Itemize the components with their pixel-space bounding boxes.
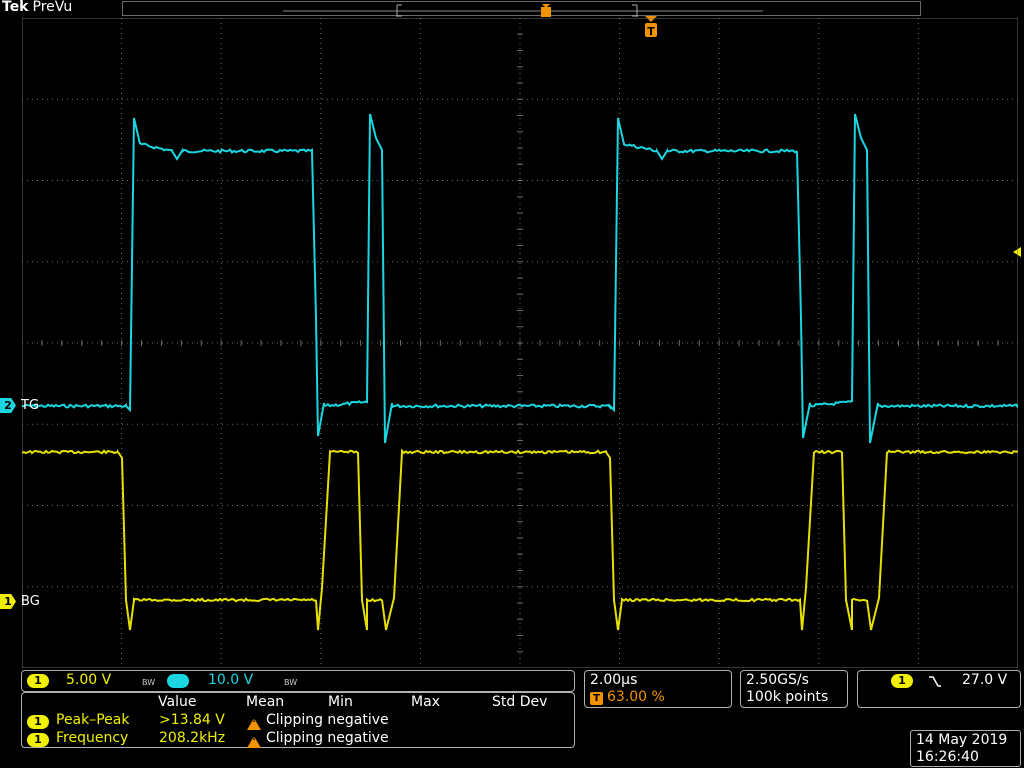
ch2-number: 2: [0, 398, 16, 413]
meas-row2-channel: 1: [27, 733, 49, 747]
ch1-badge: 1: [27, 674, 49, 688]
meas-row2-name: Frequency: [56, 730, 129, 746]
meas-row1-channel: 1: [27, 715, 49, 729]
acquisition-panel[interactable]: 2.50GS/s 100k points: [740, 670, 848, 708]
acquisition-mode: PreVu: [32, 0, 73, 15]
vertical-scale-panel[interactable]: 1 5.00 V BW 2 10.0 V BW: [21, 670, 575, 692]
trigger-source: 1: [891, 674, 913, 688]
ch2-badge: 2: [167, 674, 189, 688]
meas-row2-status: Clipping negative: [266, 730, 389, 746]
meas-header-max: Max: [411, 694, 440, 710]
warning-icon: [247, 732, 266, 751]
warning-icon: [247, 714, 266, 733]
falling-edge-icon: [929, 676, 941, 687]
waveform-display[interactable]: [22, 18, 1018, 668]
ch1-bw-limit: BW: [142, 678, 156, 687]
top-bar: Tek PreVu: [0, 0, 1024, 17]
measurements-panel[interactable]: Value Mean Min Max Std Dev 1 Peak–Peak >…: [21, 692, 575, 748]
record-trigger-icon: [541, 4, 551, 17]
record-length: 100k points: [746, 689, 829, 705]
time-label: 16:26:40: [916, 749, 979, 765]
trigger-position-percent: 63.00 %: [607, 689, 665, 705]
time-per-div: 2.00µs: [590, 672, 638, 688]
ch1-label: BG: [21, 594, 40, 609]
ch2-scale: 10.0 V: [208, 672, 254, 688]
date-label: 14 May 2019: [916, 732, 1008, 748]
trigger-position-icon: T: [590, 692, 603, 705]
ch1-number: 1: [0, 594, 16, 609]
trigger-level: 27.0 V: [962, 672, 1008, 688]
sample-rate: 2.50GS/s: [746, 672, 809, 688]
ch2-marker[interactable]: 2 TG: [0, 398, 39, 413]
ch2-label: TG: [21, 398, 40, 413]
meas-row1-value: >13.84 V: [159, 712, 225, 728]
meas-row1-status: Clipping negative: [266, 712, 389, 728]
meas-row1-name: Peak–Peak: [56, 712, 130, 728]
datetime-panel: 14 May 2019 16:26:40: [910, 730, 1021, 767]
trigger-panel[interactable]: 1 27.0 V: [857, 670, 1021, 708]
brand-name: Tek: [2, 0, 29, 15]
ch1-marker[interactable]: 1 BG: [0, 594, 40, 609]
timebase-panel[interactable]: 2.00µs T 63.00 %: [584, 670, 732, 708]
ch1-scale: 5.00 V: [66, 672, 112, 688]
meas-header-min: Min: [328, 694, 353, 710]
record-view-bar[interactable]: [122, 1, 921, 17]
meas-header-value: Value: [158, 694, 197, 710]
brand-label: Tek PreVu: [2, 0, 72, 15]
ch2-bw-limit: BW: [284, 678, 298, 687]
meas-row2-value: 208.2kHz: [159, 730, 226, 746]
record-view-graphic: [283, 4, 763, 17]
meas-header-stddev: Std Dev: [492, 694, 548, 710]
meas-header-mean: Mean: [246, 694, 285, 710]
